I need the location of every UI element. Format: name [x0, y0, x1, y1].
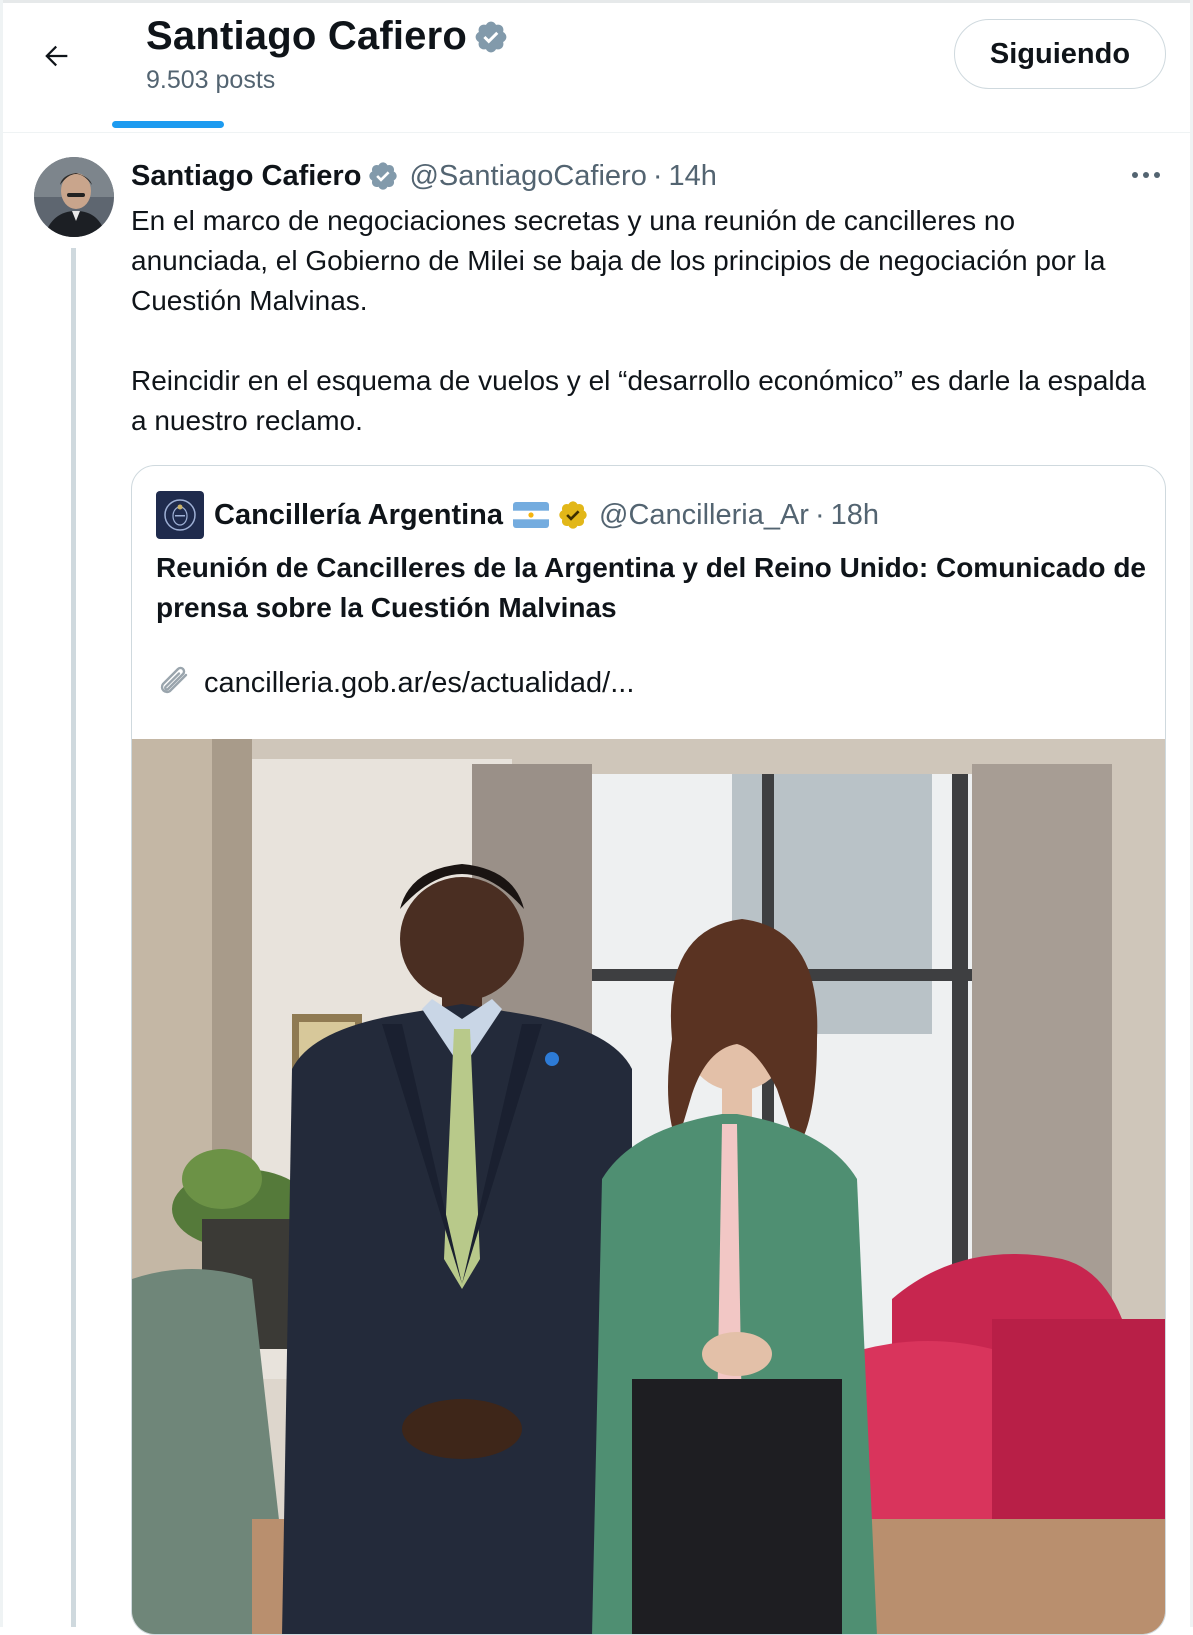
quoted-link[interactable]: cancilleria.gob.ar/es/actualidad/...	[156, 666, 634, 700]
thread-line	[71, 248, 76, 1627]
verified-badge-icon	[475, 21, 507, 52]
quoted-tweet-header: Cancillería Argentina @Cancilleria_Ar · …	[156, 490, 879, 540]
following-button[interactable]: Siguiendo	[954, 19, 1166, 89]
quoted-author-name[interactable]: Cancillería Argentina	[214, 499, 503, 532]
paperclip-icon	[160, 666, 188, 694]
argentina-flag-icon	[513, 502, 550, 528]
separator-dot: ·	[652, 159, 663, 192]
tweet-body: En el marco de negociaciones secretas y …	[131, 201, 1151, 441]
tweet-author-handle[interactable]: @SantiagoCafiero	[409, 160, 646, 193]
verified-badge-icon	[369, 162, 398, 190]
more-dots-icon	[1132, 172, 1160, 178]
quoted-timestamp[interactable]: 18h	[831, 499, 879, 532]
link-url[interactable]: cancilleria.gob.ar/es/actualidad/...	[204, 667, 634, 700]
tweet-paragraph: Reincidir en el esquema de vuelos y el “…	[131, 365, 1146, 436]
posts-count: 9.503 posts	[146, 66, 276, 94]
profile-header: Santiago Cafiero 9.503 posts Siguiendo	[0, 0, 1193, 133]
header-title-group: Santiago Cafiero	[146, 14, 509, 59]
quoted-tweet-title: Reunión de Cancilleres de la Argentina y…	[156, 552, 1146, 623]
tweet-timestamp[interactable]: 14h	[669, 160, 717, 193]
tweet-author-name[interactable]: Santiago Cafiero	[131, 160, 361, 193]
seal-icon	[164, 499, 196, 531]
page-title: Santiago Cafiero	[146, 14, 509, 59]
author-avatar[interactable]	[34, 157, 114, 237]
quoted-tweet-card[interactable]: Cancillería Argentina @Cancilleria_Ar · …	[131, 465, 1166, 1635]
tweet-header: Santiago Cafiero @SantiagoCafiero · 14h	[131, 155, 717, 197]
meeting-photo[interactable]	[132, 739, 1166, 1635]
arrow-left-icon	[45, 45, 68, 67]
tweet-paragraph: En el marco de negociaciones secretas y …	[131, 205, 1106, 316]
profile-name: Santiago Cafiero	[146, 14, 468, 58]
profile-page: Santiago Cafiero 9.503 posts Siguiendo S…	[0, 0, 1193, 1635]
back-button[interactable]	[30, 30, 82, 82]
cancilleria-avatar[interactable]	[156, 491, 204, 539]
gold-verified-badge-icon	[559, 501, 587, 529]
active-tab-indicator	[112, 121, 224, 128]
avatar-photo	[34, 157, 114, 237]
quoted-author-handle[interactable]: @Cancilleria_Ar	[599, 499, 809, 532]
more-options-button[interactable]	[1126, 160, 1166, 190]
left-border	[0, 0, 3, 1627]
separator-dot: ·	[814, 498, 825, 531]
